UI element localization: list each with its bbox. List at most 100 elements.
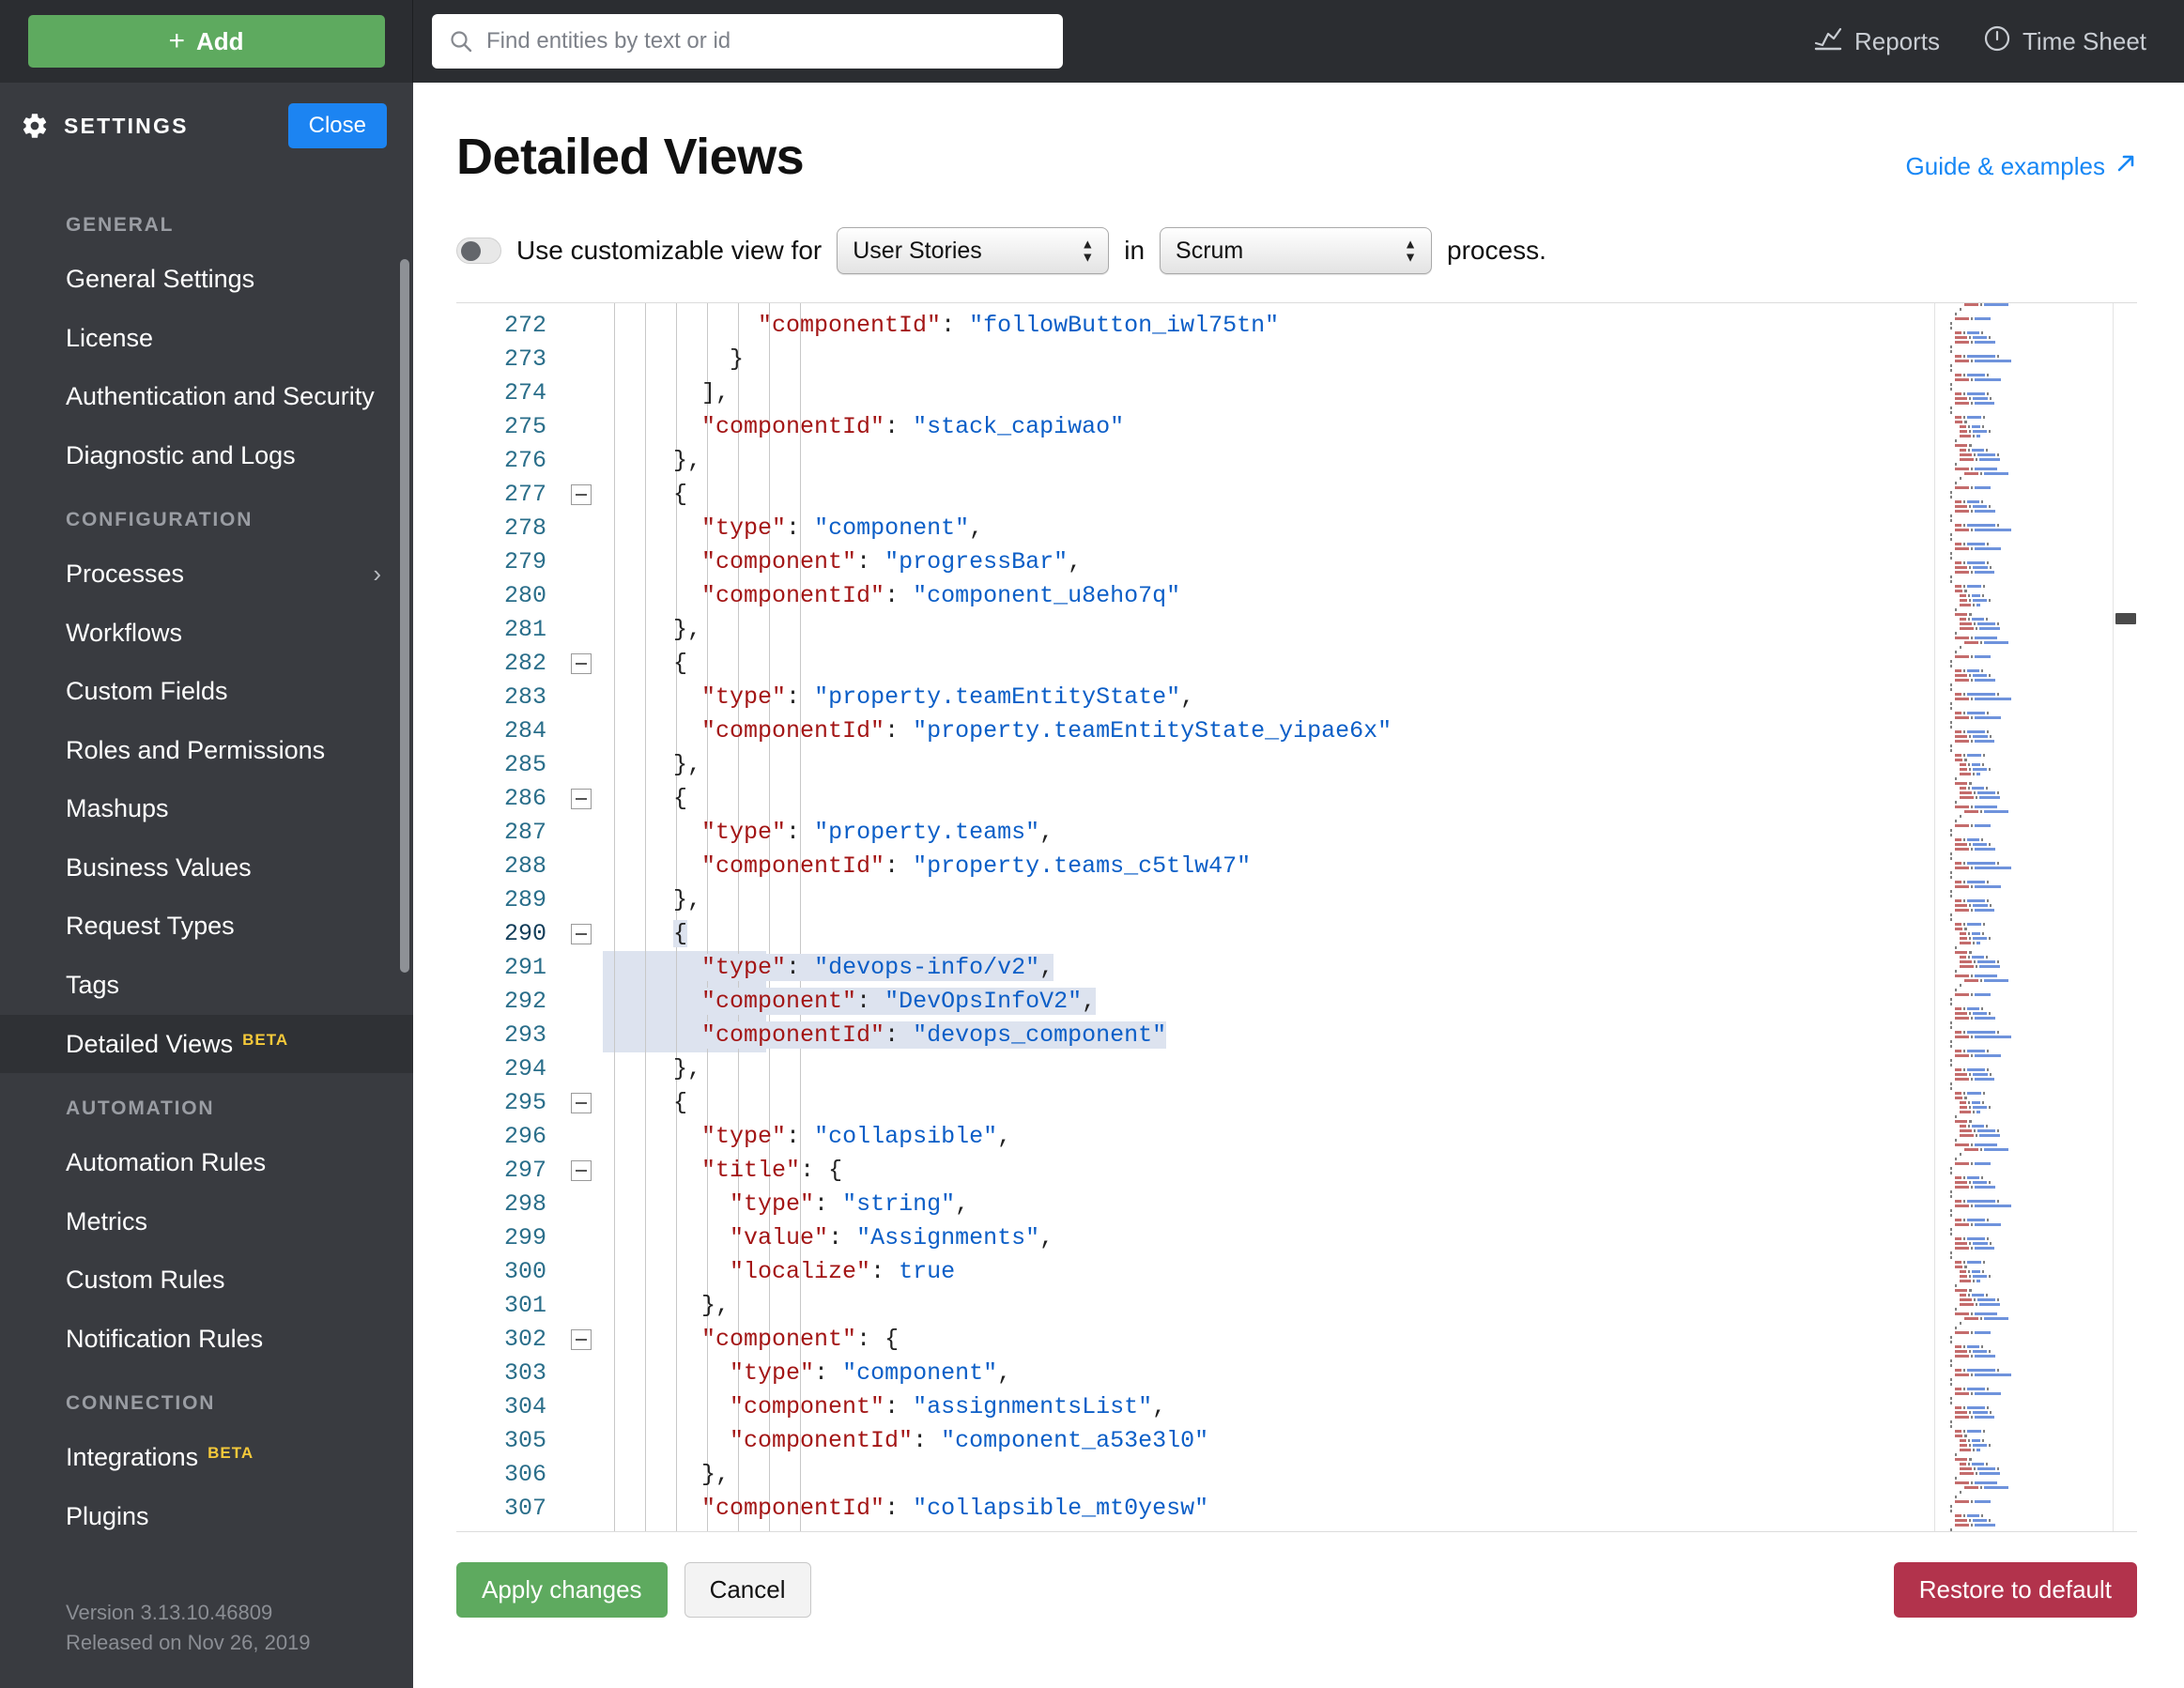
- add-button[interactable]: + Add: [27, 15, 385, 68]
- sidebar-item-diagnostic-and-logs[interactable]: Diagnostic and Logs: [0, 426, 413, 485]
- code-fold-toggle[interactable]: [560, 1323, 603, 1357]
- sidebar-item-business-values[interactable]: Business Values: [0, 838, 413, 898]
- minimap-token: [1967, 1092, 1982, 1095]
- code-line[interactable]: "type": "component",: [603, 512, 1934, 545]
- editor-vertical-scrollbar[interactable]: [2113, 303, 2137, 1531]
- collapse-icon[interactable]: [571, 653, 592, 674]
- code-line[interactable]: "value": "Assignments",: [603, 1221, 1934, 1255]
- code-line[interactable]: {: [603, 1086, 1934, 1120]
- editor-scroll-thumb[interactable]: [2115, 613, 2136, 624]
- sidebar-item-automation-rules[interactable]: Automation Rules: [0, 1133, 413, 1192]
- apply-changes-button[interactable]: Apply changes: [456, 1562, 668, 1618]
- minimap-token: [1975, 402, 1994, 405]
- sidebar-item-integrations[interactable]: Integrations BETA: [0, 1428, 413, 1487]
- reports-link[interactable]: Reports: [1813, 26, 1940, 57]
- minimap-token: [1955, 1500, 1969, 1503]
- sidebar-item-metrics[interactable]: Metrics: [0, 1192, 413, 1251]
- code-line[interactable]: "type": "property.teamEntityState",: [603, 681, 1934, 714]
- code-line[interactable]: "componentId": "component_u8eho7q": [603, 579, 1934, 613]
- sidebar-item-detailed-views[interactable]: Detailed Views BETA: [0, 1014, 413, 1074]
- code-line[interactable]: "componentId": "property.teams_c5tlw47": [603, 850, 1934, 883]
- code-line[interactable]: "type": "string",: [603, 1188, 1934, 1221]
- sidebar-item-workflows[interactable]: Workflows: [0, 604, 413, 663]
- json-code-editor[interactable]: 272 273 274 275 276 277 278 279 280 281 282 283 284 2…: [456, 302, 2137, 1532]
- code-line[interactable]: "component": "assignmentsList",: [603, 1390, 1934, 1424]
- sidebar-item-processes[interactable]: Processes ›: [0, 545, 413, 604]
- code-line[interactable]: {: [603, 782, 1934, 816]
- code-line[interactable]: "localize": true: [603, 1255, 1934, 1289]
- code-fold-toggle[interactable]: [560, 782, 603, 816]
- code-line[interactable]: "type": "component",: [603, 1357, 1934, 1390]
- restore-to-default-button[interactable]: Restore to default: [1893, 1562, 2137, 1618]
- code-fold-toggle[interactable]: [560, 647, 603, 681]
- code-line[interactable]: "component": {: [603, 1323, 1934, 1357]
- sidebar-item-general-settings[interactable]: General Settings: [0, 250, 413, 309]
- code-line[interactable]: },: [603, 444, 1934, 478]
- code-line[interactable]: }: [603, 343, 1934, 376]
- sidebar-item-custom-fields[interactable]: Custom Fields: [0, 662, 413, 721]
- code-line[interactable]: },: [603, 883, 1934, 917]
- collapse-icon[interactable]: [571, 1160, 592, 1181]
- minimap-token: [1955, 500, 1961, 503]
- sidebar-item-request-types[interactable]: Request Types: [0, 897, 413, 956]
- minimap-token: [1962, 1031, 1966, 1034]
- cancel-button[interactable]: Cancel: [684, 1562, 811, 1618]
- sidebar-item-roles-and-permissions[interactable]: Roles and Permissions: [0, 721, 413, 780]
- collapse-icon[interactable]: [571, 1329, 592, 1350]
- sidebar-item-custom-rules[interactable]: Custom Rules: [0, 1251, 413, 1310]
- code-fold-gutter[interactable]: [560, 303, 603, 1531]
- code-line[interactable]: "componentId": "followButton_iwl75tn": [603, 309, 1934, 343]
- code-line[interactable]: "componentId": "devops_component": [603, 1019, 1934, 1052]
- sidebar-item-authentication-and-security[interactable]: Authentication and Security: [0, 367, 413, 426]
- code-fold-toggle[interactable]: [560, 1154, 603, 1188]
- code-line[interactable]: {: [603, 478, 1934, 512]
- sidebar-item-plugins[interactable]: Plugins: [0, 1487, 413, 1546]
- minimap-token: [1955, 674, 1967, 677]
- code-line[interactable]: },: [603, 748, 1934, 782]
- code-line[interactable]: },: [603, 1052, 1934, 1086]
- guide-and-examples-link[interactable]: Guide & examples: [1906, 128, 2137, 181]
- code-line[interactable]: "componentId": "collapsible_mt0yesw": [603, 1492, 1934, 1526]
- minimap-token: [1975, 317, 1992, 320]
- code-line[interactable]: "title": {: [603, 1154, 1934, 1188]
- code-line[interactable]: "component": "DevOpsInfoV2",: [603, 985, 1934, 1019]
- process-select[interactable]: ScrumKanbanAgile: [1160, 227, 1433, 274]
- code-line[interactable]: {: [603, 917, 1934, 951]
- code-fold-toggle[interactable]: [560, 478, 603, 512]
- time-sheet-link[interactable]: Time Sheet: [1983, 24, 2146, 59]
- code-token: "Assignments": [856, 1224, 1040, 1251]
- code-fold-toggle[interactable]: [560, 917, 603, 951]
- collapse-icon[interactable]: [571, 789, 592, 809]
- use-customizable-view-toggle[interactable]: [456, 238, 501, 264]
- minimap-token: [1969, 430, 1972, 433]
- sidebar-item-tags[interactable]: Tags: [0, 956, 413, 1015]
- collapse-icon[interactable]: [571, 924, 592, 944]
- sidebar-item-license[interactable]: License: [0, 309, 413, 368]
- code-content-area[interactable]: "componentId": "followButton_iwl75tn" } …: [456, 303, 1934, 1531]
- search-box[interactable]: [432, 14, 1063, 69]
- code-line[interactable]: "type": "property.teams",: [603, 816, 1934, 850]
- code-line[interactable]: "componentId": "component_a53e3l0": [603, 1424, 1934, 1458]
- code-line[interactable]: "type": "collapsible",: [603, 1120, 1934, 1154]
- minimap-token: [1964, 590, 1968, 592]
- code-fold-toggle[interactable]: [560, 1086, 603, 1120]
- search-input[interactable]: [486, 28, 1046, 54]
- code-line[interactable]: "component": "progressBar",: [603, 545, 1934, 579]
- code-line[interactable]: ],: [603, 376, 1934, 410]
- sidebar-item-mashups[interactable]: Mashups: [0, 779, 413, 838]
- code-line[interactable]: },: [603, 1458, 1934, 1492]
- code-line[interactable]: "componentId": "stack_capiwao": [603, 410, 1934, 444]
- code-line[interactable]: "componentId": "property.teamEntityState…: [603, 714, 1934, 748]
- code-line[interactable]: {: [603, 647, 1934, 681]
- code-minimap[interactable]: [1934, 303, 2113, 1531]
- code-line[interactable]: },: [603, 613, 1934, 647]
- close-settings-button[interactable]: Close: [287, 103, 387, 148]
- entity-type-select[interactable]: User StoriesBugsTasksFeaturesEpics: [837, 227, 1110, 274]
- collapse-icon[interactable]: [571, 484, 592, 505]
- code-line[interactable]: },: [603, 1289, 1934, 1323]
- code-line[interactable]: "type": "devops-info/v2",: [603, 951, 1934, 985]
- line-number: 303: [503, 1359, 546, 1387]
- sidebar-item-notification-rules[interactable]: Notification Rules: [0, 1310, 413, 1369]
- minimap-token: [1979, 458, 2001, 461]
- collapse-icon[interactable]: [571, 1093, 592, 1113]
